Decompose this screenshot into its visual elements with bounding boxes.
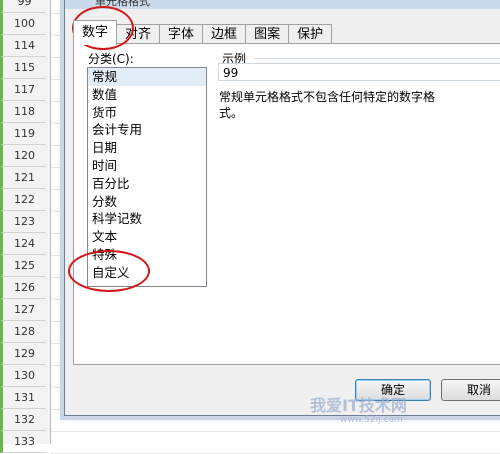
format-cells-dialog: 单元格格式 数字 对齐 字体 边框 图案 保护 分类(C): 常规 数值 货币 … [64, 0, 500, 416]
category-list[interactable]: 常规 数值 货币 会计专用 日期 时间 百分比 分数 科学记数 文本 特殊 自定… [87, 67, 207, 287]
dialog-title: 单元格格式 [65, 0, 500, 9]
category-item-time[interactable]: 时间 [88, 157, 206, 175]
category-item-general[interactable]: 常规 [88, 68, 206, 86]
row-header[interactable]: 122 [0, 189, 46, 211]
row-header[interactable]: 130 [0, 365, 46, 387]
tab-patterns[interactable]: 图案 [245, 24, 290, 45]
category-item-currency[interactable]: 货币 [88, 104, 206, 122]
preview-value: 99 [218, 63, 500, 81]
row-header[interactable]: 119 [0, 123, 46, 145]
row-header[interactable]: 133 [0, 431, 46, 453]
row-header[interactable]: 128 [0, 321, 46, 343]
row-header[interactable]: 121 [0, 167, 46, 189]
row-header[interactable]: 118 [0, 101, 46, 123]
watermark-url: www.52ij.com [340, 415, 403, 425]
format-description: 常规单元格格式不包含任何特定的数字格式。 [219, 90, 436, 120]
category-label: 分类(C): [88, 52, 134, 66]
row-header[interactable]: 120 [0, 145, 46, 167]
row-header[interactable]: 124 [0, 233, 46, 255]
preview-divider [254, 58, 500, 59]
tab-protection[interactable]: 保护 [288, 24, 333, 45]
number-panel: 分类(C): 常规 数值 货币 会计专用 日期 时间 百分比 分数 科学记数 文… [73, 43, 500, 365]
category-item-special[interactable]: 特殊 [88, 246, 206, 264]
row-header[interactable]: 127 [0, 299, 46, 321]
category-item-fraction[interactable]: 分数 [88, 193, 206, 211]
row-header[interactable]: 126 [0, 277, 46, 299]
row-header[interactable]: 132 [0, 409, 46, 431]
row-header[interactable]: 117 [0, 79, 46, 101]
row-header[interactable]: 123 [0, 211, 46, 233]
tab-number[interactable]: 数字 [73, 20, 118, 45]
row-header[interactable]: 125 [0, 255, 46, 277]
category-item-custom[interactable]: 自定义 [88, 264, 206, 282]
row-header[interactable]: 100 [0, 13, 46, 35]
grid-line [51, 431, 500, 432]
tab-font[interactable]: 字体 [159, 24, 204, 45]
category-item-number[interactable]: 数值 [88, 86, 206, 104]
category-item-percentage[interactable]: 百分比 [88, 175, 206, 193]
tab-border[interactable]: 边框 [202, 24, 247, 45]
category-item-text[interactable]: 文本 [88, 228, 206, 246]
row-headers: 99 100 114 115 117 118 119 120 121 122 123 124 125 12… [0, 0, 51, 453]
tab-alignment[interactable]: 对齐 [116, 24, 161, 45]
row-header[interactable]: 114 [0, 35, 46, 57]
category-item-date[interactable]: 日期 [88, 139, 206, 157]
cancel-button[interactable]: 取消 [441, 379, 500, 401]
row-header[interactable]: 131 [0, 387, 46, 409]
row-header[interactable]: 115 [0, 57, 46, 79]
dialog-tabs: 数字 对齐 字体 边框 图案 保护 [73, 20, 333, 45]
category-item-scientific[interactable]: 科学记数 [88, 210, 206, 228]
category-item-accounting[interactable]: 会计专用 [88, 121, 206, 139]
row-header[interactable]: 129 [0, 343, 46, 365]
row-header[interactable]: 99 [0, 0, 46, 13]
watermark-text: 我爱IT技术网 [310, 396, 407, 415]
